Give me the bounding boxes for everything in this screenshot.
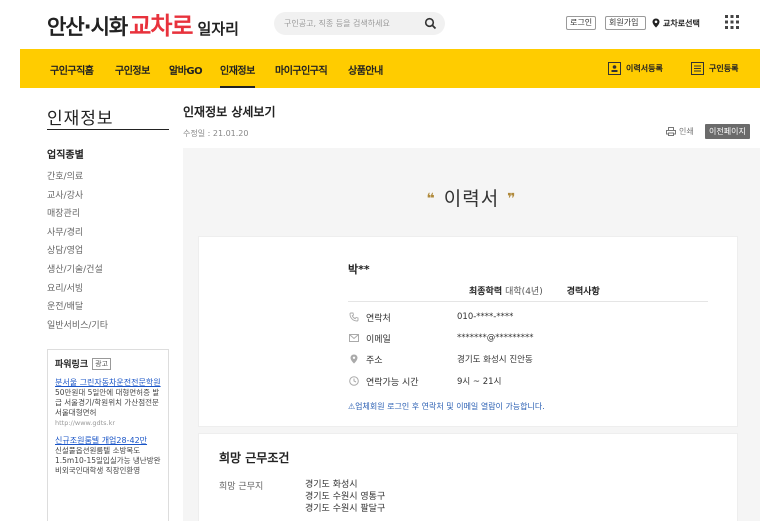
info-row-email: 이메일 *******@********* [348,331,534,345]
job-register-button[interactable]: 구인등록 [691,60,738,76]
category-list: 간호/의료 교사/강사 매장관리 사무/경리 상담/영업 생산/기술/건설 요리… [47,170,169,337]
site-header: 안산·시화 교차로 일자리 구인공고, 직종 등을 검색하세요 로그인 회원가입… [0,0,766,48]
desired-area-label: 희망 근무지 [219,482,264,492]
nav-item-my-page[interactable]: 마이구인구직 [275,62,328,77]
education-value: 대학(4년) [505,287,543,297]
notice-text: 업체회원 로그인 후 연락처 및 이메일 열람이 가능합니다. [355,402,545,411]
category-item[interactable]: 운전/배달 [47,300,169,319]
info-label: 연락가능 시간 [366,377,419,388]
career-label: 경력사항 [566,287,600,297]
mail-icon [348,332,360,344]
phone-icon [348,311,360,323]
printer-icon [666,127,676,136]
resume-heading-text: 이력서 [443,188,500,210]
job-register-label: 구인등록 [709,63,739,73]
open-quote-icon: ❝ [426,191,436,207]
ad-link[interactable]: 분서울 그린자동차운전전문학원 [55,378,161,388]
resume-register-label: 이력서등록 [626,63,663,73]
nav-item-albago[interactable]: 알바GO [169,62,203,77]
sidebar: 인재정보 업직종별 간호/의료 교사/강사 매장관리 사무/경리 상담/영업 생… [47,104,169,521]
print-button[interactable]: 인쇄 [666,126,694,137]
info-value: 010-****-**** [457,312,514,322]
resume-register-button[interactable]: 이력서등록 [608,60,663,76]
logo-part3: 일자리 [197,20,239,38]
resume-heading: ❝ 이력서 ❞ [183,184,760,211]
login-button[interactable]: 로그인 [566,16,596,30]
info-row-address: 주소 경기도 화성시 진안동 [348,352,533,366]
ad-description: 50만원대 5일안에 대형면허증 발급 서울경기/학원위치 가산점전문 서울대형… [55,388,160,417]
desired-area: 경기도 수원시 영통구 [305,492,386,502]
resume-card: 박** 최종학력 대학(4년) 경력사항 연락처 010-****-**** 이메일… [198,236,738,427]
desired-conditions-heading: 희망 근무조건 [219,451,290,465]
category-item[interactable]: 요리/서빙 [47,282,169,301]
region-select[interactable]: 교차로선택 [652,15,700,31]
info-label: 이메일 [366,334,391,345]
modified-date: 수정일 : 21.01.20 [183,129,249,138]
print-label: 인쇄 [679,127,694,136]
main-nav: 구인구직홈 구인정보 알바GO 인재정보 마이구인구직 상품안내 이력서등록 구… [20,49,760,88]
document-icon [691,61,704,75]
nav-item-job-info[interactable]: 구인정보 [115,62,150,77]
search-input[interactable]: 구인공고, 직종 등을 검색하세요 [274,12,445,35]
resume-icon [608,61,621,75]
powerlink-ad-box: 파워링크 광고 분서울 그린자동차운전전문학원 50만원대 5일안에 대형면허증… [47,349,169,521]
info-row-phone: 연락처 010-****-**** [348,310,513,324]
category-item[interactable]: 교사/강사 [47,189,169,208]
info-value: 경기도 화성시 진안동 [457,355,533,365]
ad-heading: 파워링크 광고 [55,357,161,370]
info-value: *******@********* [457,333,534,343]
location-pin-icon [652,18,660,28]
logo-part2: 교차로 [129,12,193,40]
sidebar-title: 인재정보 [47,104,169,130]
education-summary: 최종학력 대학(4년) 경력사항 [469,284,600,297]
app-grid-icon[interactable] [724,14,740,30]
divider [348,301,708,302]
region-label: 교차로선택 [663,18,700,28]
category-item[interactable]: 간호/의료 [47,170,169,189]
ad-heading-text: 파워링크 [55,360,89,370]
category-item[interactable]: 상담/영업 [47,244,169,263]
category-heading: 업직종별 [47,150,84,161]
desired-conditions-card: 희망 근무조건 희망 근무지 경기도 화성시 경기도 수원시 영통구 경기도 수… [198,433,738,521]
info-row-contact-time: 연락가능 시간 9시 ~ 21시 [348,374,501,388]
search-icon[interactable] [424,17,437,30]
desired-area: 경기도 화성시 [305,480,358,490]
page-title: 인재정보 상세보기 [183,105,276,119]
location-icon [348,353,360,365]
close-quote-icon: ❞ [507,191,517,207]
search-placeholder: 구인공고, 직종 등을 검색하세요 [284,19,390,28]
category-item[interactable]: 사무/경리 [47,226,169,245]
nav-item-products[interactable]: 상품안내 [348,62,383,77]
clock-icon [348,375,360,387]
site-logo[interactable]: 안산·시화 교차로 일자리 [47,6,239,40]
logo-part1: 안산·시화 [47,15,128,39]
prev-page-button[interactable]: 이전페이지 [705,124,750,139]
ad-url[interactable]: http://www.gdts.kr [55,418,161,428]
info-label: 주소 [366,355,383,366]
category-item[interactable]: 일반서비스/기타 [47,319,169,338]
category-item[interactable]: 매장관리 [47,207,169,226]
desired-area-list: 경기도 화성시 경기도 수원시 영통구 경기도 수원시 팔달구 [305,479,385,515]
info-label: 연락처 [366,313,391,324]
category-item[interactable]: 생산/기술/건설 [47,263,169,282]
info-value: 9시 ~ 21시 [457,377,502,387]
desired-area: 경기도 수원시 팔달구 [305,504,386,514]
login-notice: ⚠업체회원 로그인 후 연락처 및 이메일 열람이 가능합니다. [348,401,545,412]
join-button[interactable]: 회원가입 [605,16,646,30]
nav-item-home[interactable]: 구인구직홈 [50,62,94,77]
applicant-name: 박** [348,263,370,276]
ad-link[interactable]: 신규조원룸텔 개업28-42만 [55,436,161,446]
ad-badge: 광고 [92,357,112,370]
ad-description: 신설풀옵션원룸텔 소방복도1.5m10-15일입실가능 냉난방완비외국인대학생 … [55,446,161,475]
nav-item-talent[interactable]: 인재정보 [220,62,255,88]
education-label: 최종학력 [469,287,503,297]
